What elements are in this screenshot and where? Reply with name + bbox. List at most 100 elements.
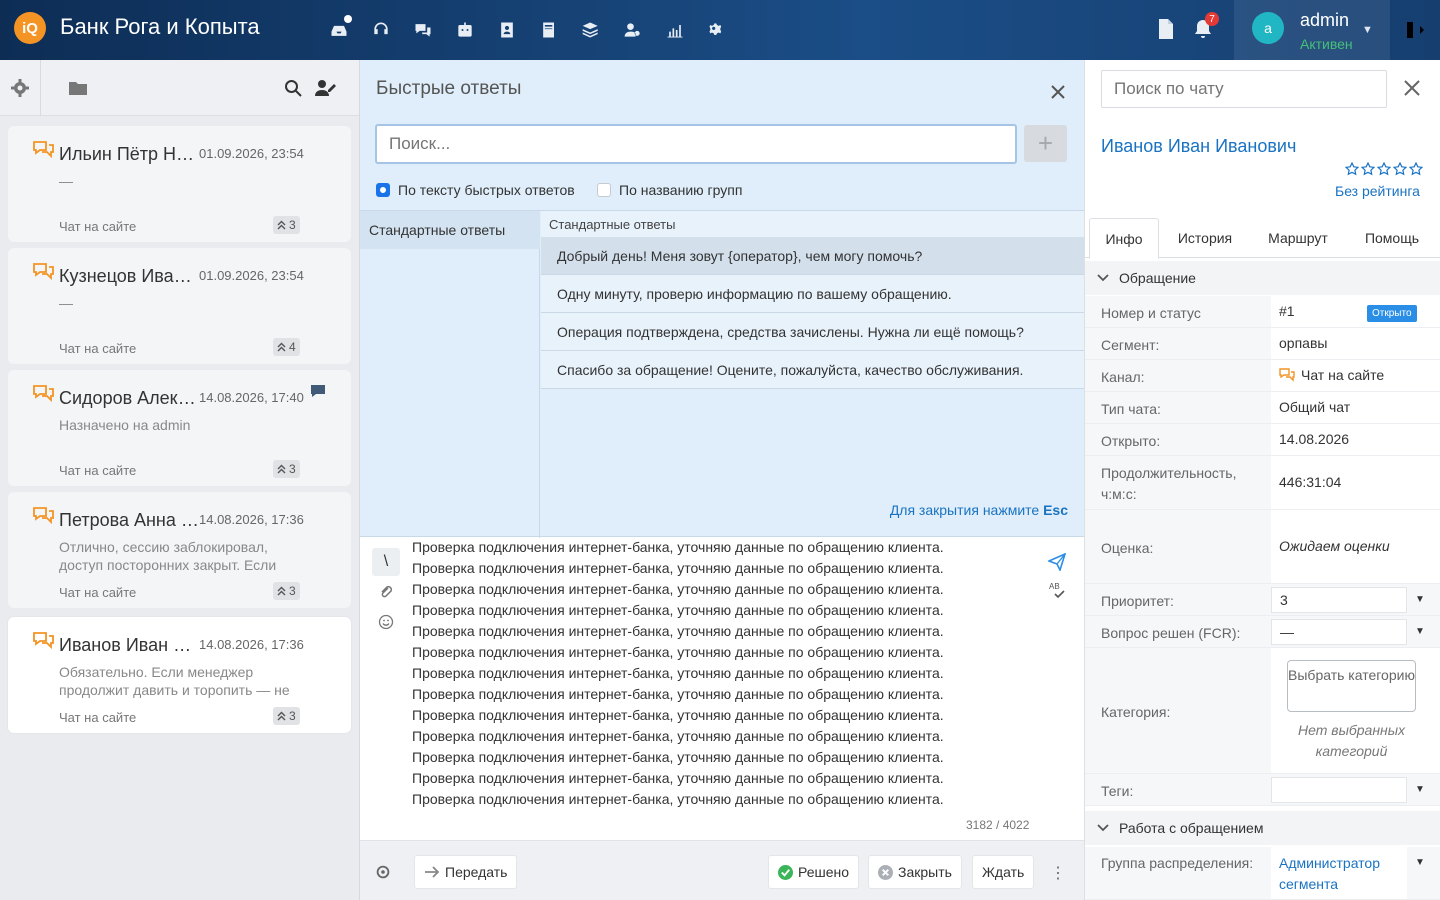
- gear-icon[interactable]: [374, 863, 392, 881]
- inbox-icon[interactable]: [318, 15, 360, 42]
- chats-icon[interactable]: [402, 18, 444, 42]
- chat-card[interactable]: Петрова Анна Сергеевна14.08.2026, 17:36 О…: [8, 492, 351, 608]
- contacts-icon[interactable]: [486, 18, 528, 42]
- user-menu[interactable]: a admin Активен ▼: [1234, 0, 1390, 60]
- layers-icon[interactable]: [570, 18, 612, 42]
- chat-list-toolbar: [0, 60, 359, 116]
- gear-icon[interactable]: [10, 78, 30, 98]
- quick-answer-item[interactable]: Операция подтверждена, средства зачислен…: [541, 313, 1084, 351]
- group-value[interactable]: Администратор сегмента: [1279, 853, 1407, 895]
- choose-category-button[interactable]: Выбрать категорию: [1287, 660, 1416, 712]
- more-vertical-icon[interactable]: ⋮: [1050, 863, 1066, 883]
- folder-icon[interactable]: [68, 79, 88, 97]
- resolved-button[interactable]: Решено: [768, 855, 860, 889]
- close-hint-key: Esc: [1043, 502, 1068, 518]
- chevron-down-icon[interactable]: ▼: [1415, 857, 1425, 868]
- chat-card[interactable]: Сидоров Алексей 14.08.2026, 17:40 Назначен…: [8, 370, 351, 486]
- star-empty-icon[interactable]: [1377, 162, 1391, 176]
- star-empty-icon[interactable]: [1409, 162, 1423, 176]
- row-chat-type: Тип чата: Общий чат: [1085, 392, 1440, 424]
- opened-label: Открыто:: [1101, 433, 1161, 449]
- chat-search-input[interactable]: [1101, 70, 1387, 108]
- star-empty-icon[interactable]: [1361, 162, 1375, 176]
- quick-answer-item[interactable]: Добрый день! Меня зовут {оператор}, чем …: [541, 237, 1084, 275]
- spellcheck-icon[interactable]: AB: [1048, 581, 1066, 599]
- star-empty-icon[interactable]: [1345, 162, 1359, 176]
- document-icon[interactable]: [1156, 18, 1176, 40]
- add-quick-answer-button[interactable]: +: [1024, 125, 1067, 162]
- checkbox-unchecked-icon[interactable]: [597, 183, 611, 197]
- notifications-badge: 7: [1205, 12, 1219, 26]
- quick-answers-slash-button[interactable]: \: [372, 548, 400, 576]
- row-duration: Продолжительность, ч:м:с: 446:31:04: [1085, 456, 1440, 510]
- settings-gears-icon[interactable]: [696, 18, 738, 42]
- tab-info[interactable]: Инфо: [1089, 218, 1159, 259]
- chat-card-counter: 3: [273, 582, 300, 600]
- editor-text-line: Проверка подключения интернет-банка, уто…: [412, 749, 944, 765]
- quick-answer-item[interactable]: Одну минуту, проверю информацию по вашем…: [541, 275, 1084, 313]
- chat-card-counter: 3: [273, 460, 300, 478]
- quick-answer-item[interactable]: Спасибо за обращение! Оцените, пожалуйст…: [541, 351, 1084, 389]
- star-empty-icon[interactable]: [1393, 162, 1407, 176]
- status-badge: Открыто: [1367, 305, 1417, 322]
- group-label: Группа распределения:: [1101, 855, 1254, 871]
- char-counter: 3182 / 4022: [966, 818, 1030, 832]
- chat-card-date: 14.08.2026, 17:36: [199, 637, 304, 652]
- fcr-select[interactable]: —: [1271, 619, 1407, 645]
- category-label: Категория:: [1101, 704, 1171, 720]
- message-textarea[interactable]: Проверка подключения интернет-банка, уто…: [412, 537, 1012, 813]
- send-icon[interactable]: [1048, 553, 1066, 571]
- knowledge-book-icon[interactable]: [528, 18, 570, 42]
- chat-card-count: 3: [289, 462, 296, 476]
- assign-user-icon[interactable]: [314, 78, 336, 98]
- paperclip-icon[interactable]: [372, 578, 400, 606]
- group-item-standard[interactable]: Стандартные ответы: [360, 211, 540, 249]
- chevron-down-icon[interactable]: ▼: [1415, 594, 1425, 605]
- chevron-down-icon[interactable]: ▼: [1415, 626, 1425, 637]
- logout-icon[interactable]: [1404, 20, 1426, 40]
- client-name[interactable]: Иванов Иван Иванович: [1101, 136, 1296, 157]
- analytics-icon[interactable]: [654, 18, 696, 42]
- close-icon[interactable]: [1050, 84, 1066, 100]
- editor-text-line: Проверка подключения интернет-банка, уто…: [412, 560, 944, 576]
- close-icon[interactable]: [1403, 79, 1421, 97]
- priority-label: Приоритет:: [1101, 593, 1174, 609]
- headset-icon[interactable]: [360, 18, 402, 42]
- channel-value-wrap: Чат на сайте: [1279, 367, 1384, 383]
- chat-card-counter: 3: [273, 216, 300, 234]
- search-icon[interactable]: [284, 79, 302, 97]
- app-logo[interactable]: iQ: [14, 12, 46, 44]
- section-work[interactable]: Работа с обращением: [1085, 811, 1440, 845]
- users-settings-icon[interactable]: [612, 18, 654, 42]
- info-tabs: Инфо История Маршрут Помощь: [1085, 218, 1440, 259]
- user-name: admin: [1300, 10, 1350, 30]
- checkbox-checked-icon[interactable]: [376, 183, 390, 197]
- chat-card[interactable]: Иванов Иван Иванович14.08.2026, 17:36 Обя…: [8, 617, 351, 733]
- tab-help[interactable]: Помощь: [1351, 218, 1433, 258]
- search-by-text-option[interactable]: По тексту быстрых ответов: [376, 182, 575, 198]
- tags-select[interactable]: [1271, 777, 1407, 803]
- transfer-label: Передать: [445, 864, 508, 880]
- quick-answers-search-input[interactable]: [375, 124, 1017, 164]
- section-request[interactable]: Обращение: [1085, 261, 1440, 295]
- robot-icon[interactable]: [444, 18, 486, 42]
- emoji-icon[interactable]: [372, 608, 400, 636]
- tab-history[interactable]: История: [1165, 218, 1245, 258]
- close-chat-button[interactable]: Закрыть: [868, 855, 962, 889]
- chat-card-count: 4: [289, 340, 296, 354]
- priority-select[interactable]: 3: [1271, 587, 1407, 613]
- tab-route[interactable]: Маршрут: [1255, 218, 1341, 258]
- row-channel: Канал: Чат на сайте: [1085, 360, 1440, 392]
- transfer-button[interactable]: Передать: [414, 855, 518, 889]
- number-label: Номер и статус: [1101, 305, 1201, 321]
- quick-answers-body: Стандартные ответы Стандартные ответы До…: [360, 210, 1084, 538]
- search-by-groups-option[interactable]: По названию групп: [597, 182, 742, 198]
- rating-stars[interactable]: [1345, 162, 1423, 176]
- chevron-down-icon[interactable]: ▼: [1415, 784, 1425, 795]
- chat-card[interactable]: Кузнецов Иван Петрович01.09.2026, 23:54 —…: [8, 248, 351, 364]
- wait-button[interactable]: Ждать: [972, 855, 1035, 889]
- chat-card[interactable]: Ильин Пётр Никола01.09.2026, 23:54 — Чат н…: [8, 126, 351, 242]
- avatar: a: [1252, 12, 1284, 44]
- wait-label: Ждать: [982, 864, 1025, 880]
- double-chevron-up-icon: [277, 464, 286, 474]
